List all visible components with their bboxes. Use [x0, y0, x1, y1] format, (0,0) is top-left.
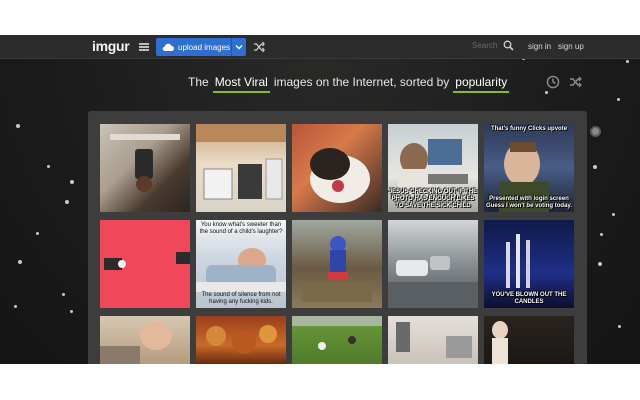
gallery-image[interactable]	[196, 316, 286, 364]
page-headline: The Most Viral images on the Internet, s…	[188, 75, 513, 93]
bottom-white-strip	[0, 364, 640, 400]
star-decoration	[65, 200, 69, 204]
image-caption-top: That's funny Clicks upvote	[490, 126, 568, 132]
star-decoration	[16, 124, 20, 128]
image-caption-bottom: The sound of silence from not having any…	[201, 292, 281, 305]
headline-prefix: The	[188, 75, 209, 89]
image-content	[302, 236, 372, 302]
star-decoration	[545, 91, 548, 94]
search-icon[interactable]	[503, 40, 514, 51]
gallery-image[interactable]	[388, 316, 478, 364]
gallery-image[interactable]	[292, 316, 382, 364]
star-decoration	[62, 293, 65, 296]
image-content	[110, 134, 180, 192]
scroll-indicator[interactable]	[590, 126, 601, 137]
star-decoration	[593, 165, 597, 169]
star-decoration	[47, 165, 50, 168]
upload-images-label: upload images	[178, 42, 231, 52]
order-dropdown[interactable]: popularity	[453, 75, 510, 93]
gallery-image[interactable]	[196, 124, 286, 212]
upload-button-divider	[231, 38, 232, 56]
image-content	[492, 321, 508, 364]
chevron-down-icon[interactable]	[235, 43, 243, 51]
star-decoration	[70, 310, 73, 313]
shuffle-icon[interactable]	[569, 76, 582, 88]
star-decoration	[598, 262, 602, 266]
shuffle-icon[interactable]	[253, 41, 265, 53]
image-content	[396, 322, 472, 358]
gallery-image[interactable]: YOU'VE BLOWN OUT THE CANDLES	[484, 220, 574, 308]
star-decoration	[618, 325, 621, 328]
gallery-image[interactable]	[100, 316, 190, 364]
search-input[interactable]: Search	[472, 41, 497, 50]
menu-icon[interactable]	[139, 43, 149, 51]
star-decoration	[626, 60, 629, 63]
star-decoration	[14, 305, 17, 308]
star-decoration	[18, 260, 22, 264]
image-content	[196, 124, 286, 200]
image-caption-top: You know what's sweeter than the sound o…	[199, 222, 283, 235]
image-content	[292, 316, 382, 350]
star-decoration	[612, 213, 615, 216]
image-content	[310, 148, 370, 203]
imgur-logo[interactable]: imgur	[92, 38, 130, 54]
image-content	[100, 322, 172, 364]
gallery-image[interactable]	[484, 316, 574, 364]
upload-images-button[interactable]: upload images	[156, 38, 246, 56]
image-content	[388, 256, 478, 308]
gallery-image[interactable]: That's funny Clicks upvote Presented wit…	[484, 124, 574, 212]
headline-middle: images on the Internet, sorted by	[273, 75, 450, 89]
gallery-image[interactable]	[100, 220, 190, 308]
gallery-image[interactable]	[292, 124, 382, 212]
star-decoration	[617, 98, 620, 101]
gallery-image[interactable]	[100, 124, 190, 212]
gallery-image[interactable]	[388, 220, 478, 308]
sort-dropdown[interactable]: Most Viral	[212, 75, 270, 93]
gallery-image[interactable]: You know what's sweeter than the sound o…	[196, 220, 286, 308]
top-navigation-bar: imgur upload images Search sign in sign …	[0, 35, 640, 59]
gallery-image[interactable]: JESUS CHECKING OUT IF THE PHOTO HAS ENOU…	[388, 124, 478, 212]
gallery-image[interactable]	[292, 220, 382, 308]
star-decoration	[36, 232, 39, 235]
image-content	[104, 252, 190, 270]
page-background: The Most Viral images on the Internet, s…	[0, 35, 640, 364]
image-caption-bottom: Presented with login screen Guess I won'…	[486, 196, 572, 209]
sign-up-link[interactable]: sign up	[558, 42, 584, 51]
image-caption-bottom: JESUS CHECKING OUT IF THE PHOTO HAS ENOU…	[388, 189, 478, 209]
star-decoration	[600, 233, 603, 236]
sign-in-link[interactable]: sign in	[528, 42, 551, 51]
star-decoration	[70, 180, 74, 184]
cloud-upload-icon	[162, 43, 174, 51]
image-content	[206, 325, 277, 354]
image-caption-bottom: YOU'VE BLOWN OUT THE CANDLES	[491, 292, 567, 305]
clock-icon[interactable]	[546, 75, 560, 89]
